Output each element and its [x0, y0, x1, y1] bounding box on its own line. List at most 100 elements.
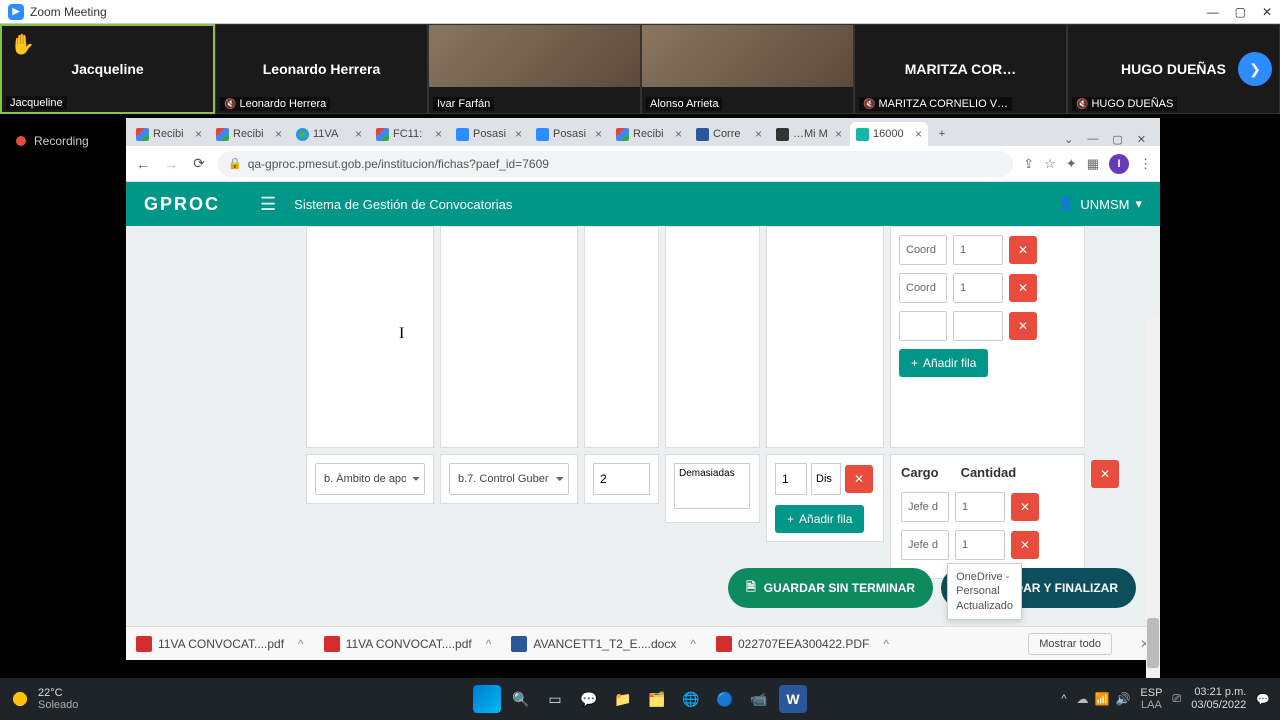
- extensions-icon[interactable]: ✦: [1066, 156, 1077, 172]
- scrollbar-track[interactable]: [1146, 318, 1160, 718]
- chrome-dropdown-icon[interactable]: ⌄: [1064, 133, 1073, 146]
- cantidad-input[interactable]: [955, 492, 1005, 522]
- chevron-up-icon[interactable]: ^: [486, 637, 492, 651]
- start-button[interactable]: [473, 685, 501, 713]
- language-indicator[interactable]: ESP LAA: [1140, 687, 1162, 711]
- tray-icon[interactable]: ⎚: [1172, 693, 1181, 706]
- cargo-input[interactable]: [899, 235, 947, 265]
- cantidad-input[interactable]: [953, 235, 1003, 265]
- zoom-taskbar-icon[interactable]: 📹: [745, 685, 773, 713]
- browser-tab[interactable]: Recibi×: [610, 122, 688, 146]
- dis-input[interactable]: [811, 463, 841, 495]
- puzzle-icon[interactable]: ▦: [1087, 156, 1099, 172]
- weather-widget[interactable]: 22°C Soleado: [10, 687, 78, 711]
- delete-row-button[interactable]: ✕: [1009, 236, 1037, 264]
- chrome-maximize-button[interactable]: ▢: [1112, 133, 1122, 146]
- onedrive-tray-icon[interactable]: ☁: [1077, 692, 1089, 706]
- tab-close-icon[interactable]: ×: [435, 127, 442, 141]
- chrome-close-button[interactable]: ✕: [1137, 133, 1146, 146]
- tab-close-icon[interactable]: ×: [835, 127, 842, 141]
- cantidad-input[interactable]: [953, 273, 1003, 303]
- volume-tray-icon[interactable]: 🔊: [1115, 692, 1130, 706]
- cargo-input[interactable]: [899, 311, 947, 341]
- taskbar-app-icon[interactable]: 📁: [609, 685, 637, 713]
- gproc-logo[interactable]: GPROC: [144, 194, 220, 215]
- save-draft-button[interactable]: 🗎GUARDAR SIN TERMINAR: [728, 568, 933, 608]
- quantity-spinner[interactable]: [775, 463, 807, 495]
- tab-close-icon[interactable]: ×: [195, 127, 202, 141]
- chevron-up-icon[interactable]: ^: [690, 637, 696, 651]
- browser-tab[interactable]: Recibi×: [130, 122, 208, 146]
- chrome-icon[interactable]: 🔵: [711, 685, 739, 713]
- tab-close-icon[interactable]: ×: [755, 127, 762, 141]
- delete-row-button[interactable]: ✕: [1011, 531, 1039, 559]
- file-explorer-icon[interactable]: 🗂️: [643, 685, 671, 713]
- browser-tab[interactable]: 11VA×: [290, 122, 368, 146]
- add-row-button[interactable]: +Añadir fila: [899, 349, 988, 377]
- bookmark-icon[interactable]: ☆: [1044, 156, 1056, 172]
- tab-close-icon[interactable]: ×: [915, 127, 922, 141]
- address-bar[interactable]: 🔒 qa-gproc.pmesut.gob.pe/institucion/fic…: [218, 151, 1013, 177]
- delete-row-button[interactable]: ✕: [1011, 493, 1039, 521]
- share-icon[interactable]: ⇪: [1023, 156, 1034, 172]
- user-menu[interactable]: 👤 UNMSM ▾: [1058, 196, 1142, 212]
- gallery-next-button[interactable]: ❯: [1238, 52, 1272, 86]
- download-item[interactable]: 11VA CONVOCAT....pdf^: [324, 636, 492, 652]
- maximize-button[interactable]: ▢: [1235, 5, 1246, 19]
- participant-tile[interactable]: MARITZA COR… 🔇MARITZA CORNELIO V…: [854, 24, 1067, 114]
- reload-button[interactable]: ⟳: [190, 155, 208, 172]
- download-item[interactable]: AVANCETT1_T2_E....docx^: [511, 636, 696, 652]
- taskbar-app-icon[interactable]: 💬: [575, 685, 603, 713]
- forward-button[interactable]: →: [162, 156, 180, 172]
- add-row-button[interactable]: +Añadir fila: [775, 505, 864, 533]
- profile-avatar[interactable]: I: [1109, 154, 1129, 174]
- cargo-input[interactable]: [901, 530, 949, 560]
- tab-close-icon[interactable]: ×: [595, 127, 602, 141]
- cantidad-input[interactable]: [953, 311, 1003, 341]
- chrome-menu-button[interactable]: ⋮: [1139, 156, 1152, 172]
- edge-icon[interactable]: 🌐: [677, 685, 705, 713]
- browser-tab-active[interactable]: 16000×: [850, 122, 928, 146]
- ambito-select[interactable]: b. Ámbito de apo: [315, 463, 425, 495]
- description-textarea[interactable]: Demasiadas: [674, 463, 750, 509]
- participant-tile[interactable]: Ivar Farfán: [428, 24, 641, 114]
- wifi-tray-icon[interactable]: 📶: [1095, 692, 1110, 706]
- delete-row-button[interactable]: ✕: [1009, 274, 1037, 302]
- browser-tab[interactable]: Posasi×: [450, 122, 528, 146]
- tab-close-icon[interactable]: ×: [515, 127, 522, 141]
- tray-chevron-icon[interactable]: ^: [1061, 693, 1066, 705]
- download-item[interactable]: 11VA CONVOCAT....pdf^: [136, 636, 304, 652]
- search-button[interactable]: 🔍: [507, 685, 535, 713]
- browser-tab[interactable]: Posasi×: [530, 122, 608, 146]
- browser-tab[interactable]: …Mi M×: [770, 122, 848, 146]
- browser-tab[interactable]: Corre×: [690, 122, 768, 146]
- close-button[interactable]: ✕: [1262, 5, 1272, 19]
- cargo-input[interactable]: [899, 273, 947, 303]
- delete-row-button[interactable]: ✕: [845, 465, 873, 493]
- new-tab-button[interactable]: +: [930, 122, 954, 146]
- participant-tile[interactable]: Alonso Arrieta: [641, 24, 854, 114]
- tab-close-icon[interactable]: ×: [275, 127, 282, 141]
- download-item[interactable]: 022707EEA300422.PDF^: [716, 636, 889, 652]
- chevron-up-icon[interactable]: ^: [883, 637, 889, 651]
- browser-tab[interactable]: FC11:×: [370, 122, 448, 146]
- hamburger-menu-icon[interactable]: ☰: [260, 194, 276, 215]
- number-input[interactable]: [593, 463, 650, 495]
- chrome-minimize-button[interactable]: —: [1087, 133, 1098, 146]
- control-select[interactable]: b.7. Control Guber: [449, 463, 569, 495]
- show-all-downloads-button[interactable]: Mostrar todo: [1028, 633, 1112, 655]
- task-view-button[interactable]: ▭: [541, 685, 569, 713]
- browser-tab[interactable]: Recibi×: [210, 122, 288, 146]
- word-taskbar-icon[interactable]: W: [779, 685, 807, 713]
- tab-close-icon[interactable]: ×: [355, 127, 362, 141]
- chevron-up-icon[interactable]: ^: [298, 637, 304, 651]
- minimize-button[interactable]: —: [1207, 5, 1219, 19]
- scrollbar-thumb[interactable]: [1147, 618, 1159, 668]
- participant-tile[interactable]: ✋ Jacqueline Jacqueline: [0, 24, 215, 114]
- participant-tile[interactable]: Leonardo Herrera 🔇Leonardo Herrera: [215, 24, 428, 114]
- clock[interactable]: 03:21 p.m. 03/05/2022: [1191, 686, 1246, 712]
- tab-close-icon[interactable]: ×: [675, 127, 682, 141]
- cargo-input[interactable]: [901, 492, 949, 522]
- cantidad-input[interactable]: [955, 530, 1005, 560]
- delete-section-button[interactable]: ✕: [1091, 460, 1119, 488]
